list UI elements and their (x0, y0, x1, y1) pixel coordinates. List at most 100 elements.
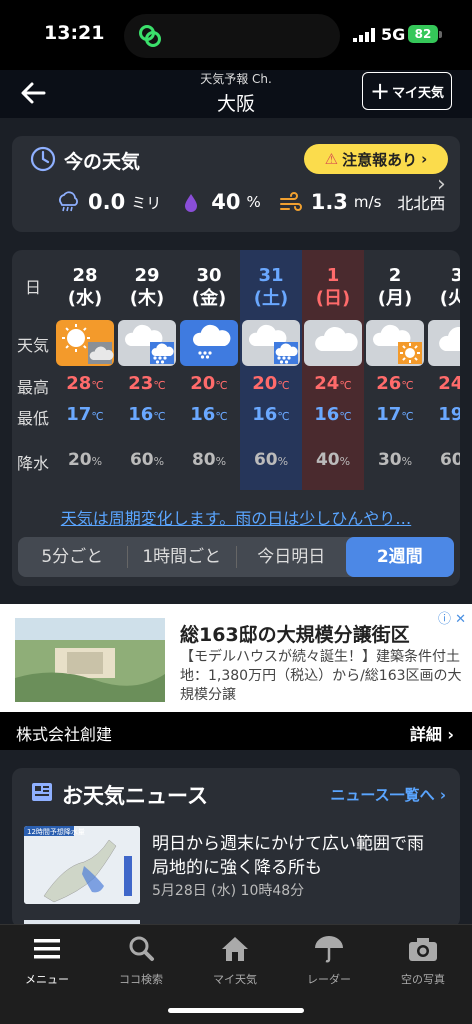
forecast-precip: 60% (116, 450, 178, 470)
forecast-low: 16℃ (240, 404, 302, 425)
label-weather: 天気 (16, 336, 49, 355)
status-time: 13:21 (44, 22, 105, 44)
forecast-high: 20℃ (178, 373, 240, 394)
forecast-high-value: 23 (128, 373, 154, 394)
forecast-day-number: 3 (450, 265, 460, 286)
signal-icon (353, 28, 375, 42)
forecast-day-column[interactable]: 30 (金) 20℃ 16℃ 80% (178, 250, 240, 490)
humidity-value: 40 (211, 190, 241, 214)
tab-menu[interactable]: メニュー (0, 933, 94, 987)
news-list-link[interactable]: ニュース一覧へ › (330, 784, 446, 805)
forecast-day-column[interactable]: 3(火) 24℃ 19℃ 60% (426, 250, 460, 490)
news-headline[interactable]: 明日から週末にかけて広い範囲で雨 局地的に強く降る所も (152, 832, 452, 880)
ad-details-link[interactable]: 詳細 › (410, 721, 454, 745)
ad-info-icon[interactable]: ⓘ ✕ (438, 608, 466, 627)
plus-icon: + (369, 77, 391, 105)
umbrella-icon (315, 936, 343, 963)
forecast-day-column[interactable]: 1 (日) 24℃ 16℃ 40% (302, 250, 364, 490)
newspaper-icon (32, 783, 52, 801)
forecast-date: 1 (日) (302, 264, 364, 310)
rain-value: 0.0 (88, 190, 126, 214)
forecast-day-number: 31 (258, 265, 284, 286)
forecast-date: 28 (水) (54, 264, 116, 310)
forecast-day-column[interactable]: 29 (木) 23℃ 16℃ 60% (116, 250, 178, 490)
segment-2weeks[interactable]: 2週間 (345, 537, 454, 577)
wind-unit: m/s (353, 193, 382, 211)
forecast-precip: 80% (178, 450, 240, 470)
temp-unit: ℃ (153, 379, 166, 392)
forecast-weekday: (水) (67, 288, 103, 309)
label-low: 最低 (16, 409, 49, 428)
ad-details-label: 詳細 (409, 725, 442, 744)
tab-my-weather[interactable]: マイ天気 (188, 933, 282, 987)
forecast-low: 17℃ (364, 404, 426, 425)
segment-1hour[interactable]: 1時間ごと (128, 546, 237, 568)
forecast-date: 30 (金) (178, 264, 240, 310)
chevron-right-icon: › (421, 150, 428, 168)
status-bar: 13:21 5G 82 (0, 0, 472, 70)
label-high: 最高 (16, 378, 49, 397)
news-map-image: 12時間予想降水量 (24, 826, 140, 904)
current-weather-card[interactable]: 今の天気 ⚠ 注意報あり › › 0.0 ミリ 40 % 1.3 m/s 北北西 (12, 136, 460, 232)
forecast-columns[interactable]: 28 (水) 28℃ 17℃ 20% 29 (木) 23℃ 16℃ 60% 30 (金) 20℃ 16℃ 8… (54, 250, 460, 490)
forecast-low-value: 16 (252, 404, 278, 425)
label-precip: 降水 (16, 454, 49, 473)
ad-banner[interactable]: 総163邸の大規模分譲街区 【モデルハウスが続々誕生！】建築条件付土地：1,38… (0, 604, 472, 750)
search-icon (129, 936, 154, 961)
menu-icon (34, 939, 60, 959)
forecast-day-column[interactable]: 28 (水) 28℃ 17℃ 20% (54, 250, 116, 490)
tab-search[interactable]: ココ検索 (94, 933, 188, 987)
alert-badge[interactable]: ⚠ 注意報あり › (304, 144, 448, 174)
camera-icon (409, 938, 437, 961)
temp-unit: ℃ (153, 410, 166, 423)
forecast-high: 24℃ (302, 373, 364, 394)
precip-unit: % (215, 455, 227, 468)
weather-cloudy-icon (304, 320, 362, 366)
rain-cloud-icon (59, 191, 78, 212)
forecast-precip: 30% (364, 450, 426, 470)
add-my-weather-button[interactable]: + マイ天気 (362, 72, 452, 110)
temp-unit: ℃ (401, 379, 414, 392)
segment-today-tomorrow[interactable]: 今日明日 (237, 537, 346, 577)
forecast-precip: 40% (302, 450, 364, 470)
wind-icon (279, 192, 302, 211)
weather-cloudy-then-rain-icon (118, 320, 176, 366)
temp-unit: ℃ (91, 379, 104, 392)
forecast-weekday: (火) (439, 288, 460, 309)
forecast-high: 26℃ (364, 373, 426, 394)
forecast-high-value: 20 (252, 373, 278, 394)
forecast-precip: 20% (54, 450, 116, 470)
dynamic-island (124, 14, 340, 58)
chain-link-icon (139, 25, 161, 47)
forecast-low-value: 17 (66, 404, 92, 425)
ad-title: 総163邸の大規模分譲街区 (180, 624, 410, 646)
precip-unit: % (401, 455, 413, 468)
forecast-day-column[interactable]: 31 (土) 20℃ 16℃ 60% (240, 250, 302, 490)
forecast-precip: 60% (426, 450, 460, 470)
alert-label: 注意報あり (342, 150, 418, 169)
forecast-precip-value: 60 (129, 450, 154, 470)
forecast-day-number: 29 (134, 265, 160, 286)
news-thumbnail[interactable]: 12時間予想降水量 (24, 826, 140, 904)
temp-unit: ℃ (277, 379, 290, 392)
forecast-high-value: 24 (438, 373, 460, 394)
forecast-high-value: 20 (190, 373, 216, 394)
forecast-date: 29 (木) (116, 264, 178, 310)
forecast-high-value: 26 (376, 373, 402, 394)
segment-5min[interactable]: 5分ごと (18, 546, 128, 568)
ad-footer: 株式会社創建 詳細 › (0, 712, 472, 750)
forecast-day-number: 28 (72, 265, 98, 286)
add-my-weather-label: マイ天気 (392, 85, 445, 101)
tab-sky-photos[interactable]: 空の写真 (376, 933, 470, 987)
temp-unit: ℃ (215, 379, 228, 392)
battery-icon (439, 31, 442, 38)
forecast-day-column[interactable]: 2 (月) 26℃ 17℃ 30% (364, 250, 426, 490)
tab-radar[interactable]: レーダー (282, 933, 376, 987)
forecast-weekday: (木) (129, 288, 165, 309)
forecast-low-value: 16 (314, 404, 340, 425)
tab-label: レーダー (307, 973, 351, 986)
forecast-date: 2 (月) (364, 264, 426, 310)
forecast-day-number: 1 (326, 265, 340, 286)
forecast-comment-link[interactable]: 天気は周期変化します。雨の日は少しひんやり… (12, 505, 460, 529)
news-thumb-label: 12時間予想降水量 (27, 827, 85, 836)
